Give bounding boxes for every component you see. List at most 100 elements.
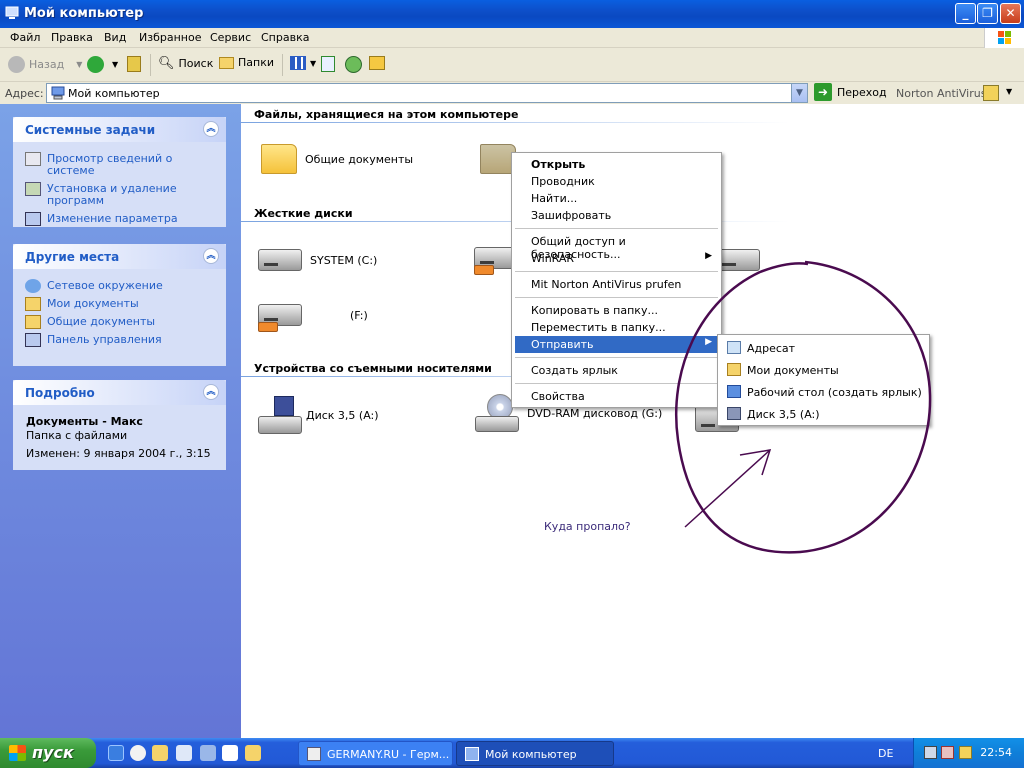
- history-button[interactable]: [345, 56, 362, 73]
- minimize-button[interactable]: _: [955, 3, 976, 24]
- back-button[interactable]: Назад ▼: [8, 56, 82, 73]
- internet-explorer-icon[interactable]: [108, 745, 124, 761]
- menu-create-shortcut[interactable]: Создать ярлык: [515, 362, 718, 379]
- item-label: Общие документы: [305, 152, 414, 166]
- menu-help[interactable]: Справка: [261, 31, 309, 44]
- menu-send-to[interactable]: Отправить ▶: [515, 336, 718, 353]
- computer-icon: [51, 86, 65, 100]
- other-places-title: Другие места: [25, 250, 120, 264]
- menu-properties[interactable]: Свойства: [515, 388, 718, 405]
- shared-documents-link[interactable]: Общие документы: [13, 313, 226, 331]
- link-label: Установка и удаление программ: [47, 182, 177, 207]
- folder-icon[interactable]: [152, 745, 168, 761]
- link-label: Сетевое окружение: [47, 279, 163, 292]
- menu-file[interactable]: Файл: [10, 31, 40, 44]
- menu-explorer[interactable]: Проводник: [515, 173, 718, 190]
- send-to-floppy[interactable]: Диск 3,5 (A:): [722, 403, 926, 423]
- view-system-info-link[interactable]: Просмотр сведений о системе: [13, 150, 226, 180]
- network-disconnected-icon[interactable]: [941, 746, 954, 759]
- menu-encrypt[interactable]: Зашифровать: [515, 207, 718, 224]
- norton-icon[interactable]: [959, 746, 972, 759]
- refresh-button[interactable]: [321, 56, 335, 72]
- folder-icon: [219, 56, 234, 69]
- group-removable-header: Устройства со съемными носителями: [254, 362, 492, 375]
- notes-icon[interactable]: [222, 745, 238, 761]
- computer-icon: [5, 6, 19, 19]
- address-input[interactable]: Мой компьютер ▼: [46, 83, 808, 103]
- menu-find[interactable]: Найти...: [515, 190, 718, 207]
- collapse-icon[interactable]: ︽: [203, 121, 219, 137]
- change-setting-link[interactable]: Изменение параметра: [13, 210, 226, 228]
- close-button[interactable]: ✕: [1000, 3, 1021, 24]
- drive-e-item[interactable]: [716, 249, 760, 271]
- menu-winrar[interactable]: WinRAR ▶: [515, 250, 718, 267]
- history-icon: [345, 56, 362, 73]
- send-to-desktop[interactable]: Рабочий стол (создать ярлык): [722, 381, 926, 401]
- detail-name: Документы - Макс: [26, 415, 143, 428]
- menu-separator: [515, 383, 718, 384]
- task-germany-ru[interactable]: GERMANY.RU - Герм...: [298, 741, 453, 766]
- up-folder-button[interactable]: [127, 56, 141, 72]
- my-documents-link[interactable]: Мои документы: [13, 295, 226, 313]
- chevron-down-icon[interactable]: ▼: [1006, 87, 1012, 96]
- address-dropdown-button[interactable]: ▼: [791, 84, 807, 102]
- tool-icon[interactable]: [200, 745, 216, 761]
- mail-recipient-icon: [727, 341, 741, 354]
- language-indicator[interactable]: DE: [878, 747, 893, 760]
- task-my-computer[interactable]: Мой компьютер: [456, 741, 614, 766]
- detail-type: Папка с файлами: [26, 429, 128, 442]
- task-label: Мой компьютер: [485, 748, 577, 761]
- network-icon[interactable]: [924, 746, 937, 759]
- send-to-my-documents[interactable]: Мои документы: [722, 359, 926, 379]
- collapse-icon[interactable]: ︽: [203, 384, 219, 400]
- menu-open[interactable]: Открыть: [515, 156, 718, 173]
- menu-norton-scan[interactable]: Mit Norton AntiVirus prufen: [515, 276, 718, 293]
- menu-copy-to-folder[interactable]: Копировать в папку...: [515, 302, 718, 319]
- task-label: GERMANY.RU - Герм...: [327, 748, 450, 761]
- norton-icon[interactable]: [983, 85, 999, 101]
- toolbar: Назад ▼ ▼ 🔍︎ Поиск Папки ▼: [0, 48, 1024, 82]
- back-arrow-icon: [8, 56, 25, 73]
- control-panel-link[interactable]: Панель управления: [13, 331, 226, 349]
- go-button[interactable]: ➜ Переход: [814, 83, 887, 101]
- menu-view[interactable]: Вид: [104, 31, 126, 44]
- add-remove-programs-link[interactable]: Установка и удаление программ: [13, 180, 226, 210]
- chevron-down-icon: ▼: [76, 60, 83, 69]
- link-label: Панель управления: [47, 333, 162, 346]
- drive-f-item[interactable]: (F:): [258, 304, 368, 332]
- norton-antivirus-label[interactable]: Norton AntiVirus: [896, 87, 986, 100]
- go-arrow-icon: ➜: [814, 83, 832, 101]
- menu-tools[interactable]: Сервис: [210, 31, 251, 44]
- views-button[interactable]: ▼: [290, 56, 316, 70]
- link-label: Изменение параметра: [47, 212, 178, 225]
- menu-separator: [515, 228, 718, 229]
- network-places-link[interactable]: Сетевое окружение: [13, 277, 226, 295]
- favorites-button[interactable]: [369, 56, 385, 70]
- item-label: (F:): [350, 308, 368, 322]
- explorer-folder-icon[interactable]: [245, 745, 261, 761]
- media-player-icon[interactable]: [130, 745, 146, 761]
- folders-button[interactable]: Папки: [219, 56, 274, 69]
- shared-drive-icon: [258, 304, 302, 332]
- collapse-icon[interactable]: ︽: [203, 248, 219, 264]
- other-places-header[interactable]: Другие места ︽: [13, 244, 226, 269]
- back-label: Назад: [29, 58, 65, 71]
- search-button[interactable]: 🔍︎ Поиск: [158, 56, 213, 71]
- floppy-a-item[interactable]: Диск 3,5 (A:): [258, 396, 379, 434]
- details-header[interactable]: Подробно ︽: [13, 380, 226, 405]
- context-menu: Открыть Проводник Найти... Зашифровать О…: [511, 152, 722, 408]
- menu-favorites[interactable]: Избранное: [139, 31, 201, 44]
- taskbar: пуск GERMANY.RU - Герм... Мой компьютер …: [0, 738, 1024, 768]
- maximize-button[interactable]: ❐: [977, 3, 998, 24]
- menu-move-to-folder[interactable]: Переместить в папку...: [515, 319, 718, 336]
- drive-c-item[interactable]: SYSTEM (C:): [258, 249, 377, 271]
- start-button[interactable]: пуск: [0, 738, 96, 768]
- windows-logo-icon: [984, 28, 1024, 48]
- menu-edit[interactable]: Правка: [51, 31, 93, 44]
- menu-sharing[interactable]: Общий доступ и безопасность...: [515, 233, 718, 261]
- send-to-recipient[interactable]: Адресат: [722, 337, 926, 357]
- outlook-icon[interactable]: [176, 745, 192, 761]
- forward-button[interactable]: ▼: [87, 56, 118, 73]
- shared-documents-item[interactable]: Общие документы: [261, 144, 413, 174]
- system-tasks-header[interactable]: Системные задачи ︽: [13, 117, 226, 142]
